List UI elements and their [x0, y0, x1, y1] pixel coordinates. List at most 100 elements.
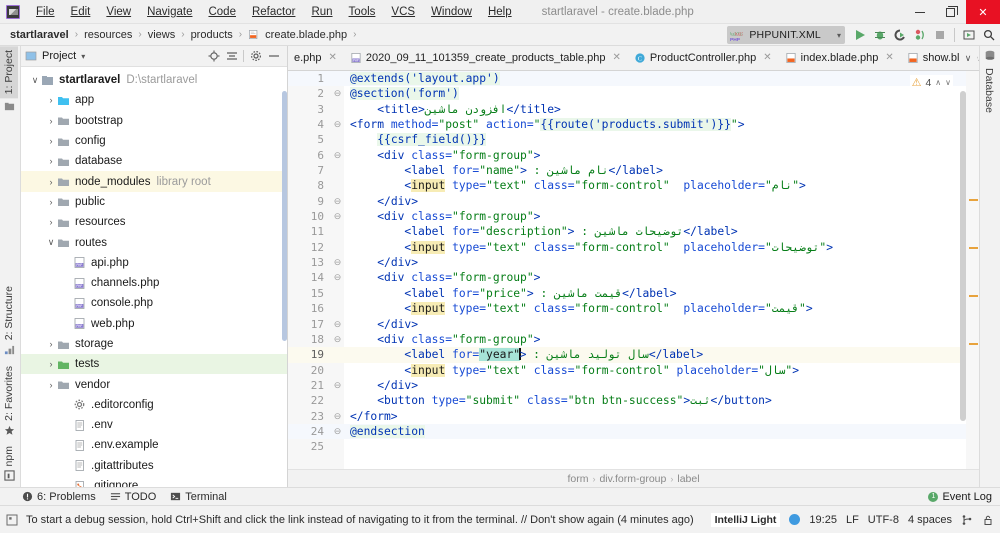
code-line[interactable]: 15 <label for="price">قیمت ماشین : </lab… — [288, 286, 979, 301]
tree-node-resources[interactable]: › resources — [21, 212, 287, 232]
expand-arrow-icon[interactable]: › — [45, 156, 57, 166]
code-line[interactable]: 6 ⊖ <div class="form-group"> — [288, 148, 979, 163]
code-content[interactable]: 1 @extends('layout.app') 2 ⊖ @section('form'… — [288, 71, 979, 455]
menu-code[interactable]: Code — [200, 3, 244, 21]
code-line[interactable]: 21 ⊖ </div> — [288, 378, 979, 393]
tree-node-console-php[interactable]: PHP console.php — [21, 293, 287, 313]
tool-window-problems[interactable]: 6: Problems — [22, 491, 96, 503]
search-everywhere-button[interactable] — [980, 26, 998, 44]
tree-node-database[interactable]: › database — [21, 151, 287, 171]
code-line[interactable]: 3 <title>افزودن ماشین</title> — [288, 102, 979, 117]
tool-window-terminal[interactable]: Terminal — [170, 491, 227, 503]
close-icon[interactable]: ✕ — [763, 52, 771, 63]
fold-marker-icon[interactable]: ⊖ — [332, 409, 343, 424]
project-tree[interactable]: ∨ startlaravel D:\startlaravel › app › b… — [21, 67, 287, 487]
tree-node-storage[interactable]: › storage — [21, 334, 287, 354]
code-line[interactable]: 12 <input type="text" class="form-contro… — [288, 240, 979, 255]
hide-panel-icon[interactable] — [267, 50, 280, 63]
code-line[interactable]: 16 <input type="text" class="form-contro… — [288, 301, 979, 316]
lock-icon[interactable] — [982, 514, 994, 526]
error-stripe-marker[interactable] — [969, 295, 978, 297]
maximize-button[interactable] — [935, 0, 966, 24]
code-line[interactable]: 25 — [288, 439, 979, 454]
breadcrumb-item-products[interactable]: products — [187, 28, 237, 42]
sidebar-item-npm[interactable]: npm — [0, 442, 18, 470]
fold-marker-icon[interactable]: ⊖ — [332, 194, 343, 209]
code-line[interactable]: 11 <label for="description">توضیحات ماشی… — [288, 224, 979, 239]
menu-refactor[interactable]: Refactor — [244, 3, 303, 21]
menu-window[interactable]: Window — [423, 3, 480, 21]
code-line[interactable]: 13 ⊖ </div> — [288, 255, 979, 270]
theme-indicator[interactable]: IntelliJ Light — [710, 512, 781, 527]
breadcrumb-item-file[interactable]: create.blade.php — [244, 28, 351, 42]
tree-node-web-php[interactable]: PHP web.php — [21, 314, 287, 334]
tree-node-env[interactable]: .env — [21, 415, 287, 435]
sidebar-item-project[interactable]: 1: Project — [0, 46, 18, 99]
event-log-button[interactable]: 1 Event Log — [928, 491, 992, 503]
menu-tools[interactable]: Tools — [341, 3, 384, 21]
project-scrollbar[interactable] — [282, 91, 287, 341]
menu-help[interactable]: Help — [480, 3, 520, 21]
fold-marker-icon[interactable]: ⊖ — [332, 424, 343, 439]
expand-arrow-icon[interactable]: › — [45, 380, 57, 390]
tree-node-app[interactable]: › app — [21, 90, 287, 110]
chevron-down-icon[interactable]: ▾ — [81, 52, 85, 61]
editor-breadcrumb-label[interactable]: label — [677, 473, 699, 485]
editor-tab-index-blade[interactable]: index.blade.php ✕ — [779, 46, 901, 70]
next-problem-icon[interactable]: ∨ — [945, 78, 951, 87]
tree-node-gitignore[interactable]: .gitignore — [21, 476, 287, 487]
stop-button[interactable] — [931, 26, 949, 44]
run-button[interactable] — [851, 26, 869, 44]
code-line[interactable]: 5 {{csrf_field()}} — [288, 132, 979, 147]
expand-arrow-icon[interactable]: › — [45, 177, 57, 187]
editor-scrollbar[interactable] — [960, 91, 966, 421]
menu-file[interactable]: File — [28, 3, 63, 21]
tree-node-api-php[interactable]: PHP api.php — [21, 253, 287, 273]
code-line[interactable]: 14 ⊖ <div class="form-group"> — [288, 270, 979, 285]
editor-tab-migration[interactable]: PHP 2020_09_11_101359_create_products_ta… — [344, 46, 628, 70]
sidebar-item-structure[interactable]: 2: Structure — [0, 282, 18, 344]
tree-node-gitattributes[interactable]: .gitattributes — [21, 456, 287, 476]
code-editor[interactable]: 1 @extends('layout.app') 2 ⊖ @section('form'… — [288, 71, 979, 469]
code-line[interactable]: 1 @extends('layout.app') — [288, 71, 979, 87]
error-stripe-marker[interactable] — [969, 343, 978, 345]
gear-icon[interactable] — [249, 50, 262, 63]
previous-problem-icon[interactable]: ∧ — [935, 78, 941, 87]
code-line[interactable]: 2 ⊖ @section('form') — [288, 86, 979, 101]
fold-marker-icon[interactable]: ⊖ — [332, 148, 343, 163]
collapse-all-icon[interactable] — [225, 50, 238, 63]
sidebar-item-database[interactable]: Database — [980, 64, 998, 117]
expand-arrow-icon[interactable]: › — [45, 339, 57, 349]
fold-marker-icon[interactable]: ⊖ — [332, 209, 343, 224]
code-line[interactable]: 9 ⊖ </div> — [288, 194, 979, 209]
tree-node-routes[interactable]: ∨ routes — [21, 232, 287, 252]
expand-arrow-icon[interactable]: › — [45, 95, 57, 105]
editor-tabs-overflow-button[interactable]: ∨ — [959, 46, 977, 70]
tree-node-editorconfig[interactable]: .editorconfig — [21, 395, 287, 415]
git-branch-icon[interactable] — [961, 514, 973, 526]
menu-vcs[interactable]: VCS — [383, 3, 423, 21]
close-icon[interactable]: ✕ — [329, 52, 337, 63]
collapse-arrow-icon[interactable]: ∨ — [45, 237, 57, 248]
code-line[interactable]: 4 ⊖ <form method="post" action= "{{route('p… — [288, 117, 979, 132]
menu-navigate[interactable]: Navigate — [139, 3, 200, 21]
error-stripe-marker[interactable] — [969, 199, 978, 201]
editor-breadcrumb-form[interactable]: form — [567, 473, 588, 485]
fold-marker-icon[interactable]: ⊖ — [332, 255, 343, 270]
editor-tab-e-php[interactable]: e.php ✕ — [288, 46, 344, 70]
code-line[interactable]: 23 ⊖ </form> — [288, 409, 979, 424]
code-line[interactable]: 10 ⊖ <div class="form-group"> — [288, 209, 979, 224]
error-stripe-marker[interactable] — [969, 247, 978, 249]
tree-node-vendor[interactable]: › vendor — [21, 374, 287, 394]
breadcrumb-item-resources[interactable]: resources — [80, 28, 136, 42]
locate-icon[interactable] — [207, 50, 220, 63]
editor-breadcrumb-div[interactable]: div.form-group — [599, 473, 666, 485]
code-line[interactable]: 8 <input type="text" class="form-control… — [288, 178, 979, 193]
fold-marker-icon[interactable]: ⊖ — [332, 86, 343, 101]
fold-marker-icon[interactable]: ⊖ — [332, 117, 343, 132]
code-line[interactable]: 7 <label for="name">نام ماشین : </label> — [288, 163, 979, 178]
breadcrumb-item-project[interactable]: startlaravel — [6, 28, 73, 42]
minimize-button[interactable] — [904, 0, 935, 24]
close-icon[interactable]: ✕ — [612, 52, 620, 63]
fold-marker-icon[interactable]: ⊖ — [332, 317, 343, 332]
